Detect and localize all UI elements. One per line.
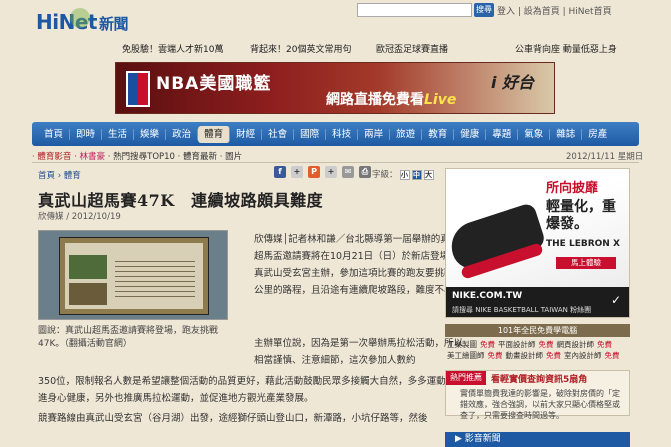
nav-item[interactable]: 生活 <box>102 128 135 140</box>
photo-slide <box>65 243 203 309</box>
exam-list: 工業製圖 免費 平面設計師 免費 網頁設計師 免費 美工繪圖師 免費 動畫設計師 免費 室內設計師免… <box>447 339 630 361</box>
article-byline: 欣傳媒 / 2012/10/19 <box>38 212 121 222</box>
nav-item[interactable]: 科技 <box>326 128 359 140</box>
breadcrumb[interactable]: 首頁 › 體育 <box>38 169 81 181</box>
exam-free-badge: 免費 <box>487 351 503 360</box>
exam-row[interactable]: 工業製圖 免費 平面設計師 免費 網頁設計師 免費 <box>447 339 630 350</box>
article-paragraph-4: 競賽路線由真武山受玄宮（谷月湖）出發，途經獅仔頭山登山口，新潭路，小坑仔路等，然… <box>38 413 428 424</box>
exam-free-badge: 免費 <box>538 340 554 349</box>
exam-free-badge: 免費 <box>604 351 620 360</box>
banner-title: NBA美國職籃 <box>156 74 272 94</box>
nav-item[interactable]: 娛樂 <box>134 128 167 140</box>
exam-course: 動畫設計師 <box>505 351 544 360</box>
font-size-small[interactable]: 小 <box>399 170 410 180</box>
nike-swoosh-icon: ✓ <box>610 293 621 307</box>
logo-dot-icon <box>70 8 90 28</box>
exam-course: 室內設計師 <box>564 351 602 360</box>
facebook-icon[interactable]: f <box>274 166 286 178</box>
ad-cta-button[interactable]: 馬上體驗 <box>556 257 616 269</box>
nba-logo-stripe <box>138 73 148 105</box>
nav-item[interactable]: 專題 <box>486 128 519 140</box>
hot-tag: 熱門推薦 <box>446 371 486 385</box>
current-date: 2012/11/11 星期日 <box>566 152 644 162</box>
article-paragraph-3: 350位，限制報名人數是希望讓整個活動的品質更好，藉此活動鼓勵民眾多接觸大自然，… <box>38 376 465 404</box>
exam-course: 美工繪圖師 <box>447 351 485 360</box>
nba-banner-ad[interactable]: NBA美國職籃 網路直播免費看Live i 好台 <box>115 62 555 114</box>
nav-item[interactable]: 即時 <box>70 128 103 140</box>
exam-row[interactable]: 美工繪圖師 免費 動畫設計師 免費 室內設計師 免費 <box>447 350 630 361</box>
subnav-top10[interactable]: ‧ 熱門搜尋TOP10 <box>108 152 175 162</box>
divider <box>32 162 639 163</box>
subnav-photos[interactable]: ‧ 圖片 <box>220 152 242 162</box>
font-size-medium[interactable]: 中 <box>411 170 422 180</box>
article-photo[interactable] <box>38 230 228 320</box>
headline-link-3[interactable]: 歐冠盃足球賽直播 <box>376 42 448 55</box>
nav-item[interactable]: 財經 <box>230 128 263 140</box>
photo-caption: 圖說：真武山超馬盃邀請賽將登場，跑友挑戰47K。（翻攝活動官網） <box>38 326 219 349</box>
article-paragraph-1: 欣傳媒│記者林和謙／台北縣導第一屆舉辦的真武山超馬盃邀請賽將在10月21日（日）… <box>254 234 469 296</box>
banner-tagline: 網路直播免費看Live <box>326 92 457 108</box>
nav-item[interactable]: 國際 <box>294 128 327 140</box>
email-icon[interactable]: ✉ <box>342 166 354 178</box>
nav-item[interactable]: 體育 <box>198 125 231 143</box>
font-size-large[interactable]: 大 <box>423 170 434 180</box>
exam-free-badge: 免費 <box>480 340 495 349</box>
like-icon[interactable]: + <box>291 166 303 178</box>
subnav-latest[interactable]: ‧ 體育最新 <box>178 152 217 162</box>
sub-nav: ‧ 體育影音 ‧ 林書豪 ‧ 熱門搜尋TOP10 ‧ 體育最新 ‧ 圖片 <box>32 150 242 162</box>
share-icon[interactable]: + <box>325 166 337 178</box>
nav-item[interactable]: 首頁 <box>38 128 71 140</box>
video-news-label: 影音新聞 <box>464 434 501 444</box>
hot-recommend[interactable]: 熱門推薦 看輕實價查詢資訊5扇角 實價單簡費我達的影響是，破除對房價的「定錯效應… <box>445 370 630 420</box>
plurk-icon[interactable]: P <box>308 166 320 178</box>
nav-item[interactable]: 教育 <box>422 128 455 140</box>
headline-link-2[interactable]: 背起來！20個英文常用句 <box>250 42 351 55</box>
nav-item[interactable]: 政治 <box>166 128 199 140</box>
exam-free-badge: 免費 <box>546 351 561 360</box>
search-input[interactable] <box>357 3 472 17</box>
print-icon[interactable]: ⎙ <box>359 166 371 178</box>
font-size-label: 字級： <box>372 170 398 180</box>
video-news-header[interactable]: ▶ 影音新聞 <box>445 432 630 447</box>
logo-sub: 新聞 <box>98 15 129 33</box>
exam-header: 101年全民免費學電腦 <box>445 324 630 337</box>
exam-course: 網頁設計師 <box>556 340 595 349</box>
font-size-control: 字級：小中大 <box>372 168 434 180</box>
nike-ad[interactable]: 所向披靡 輕量化，重爆發。 THE LEBRON X 馬上體驗 NIKE.COM… <box>445 168 630 318</box>
nav-item[interactable]: 健康 <box>454 128 487 140</box>
exam-free-badge: 免費 <box>597 340 612 349</box>
nav-item[interactable]: 氣象 <box>518 128 551 140</box>
hot-text: 實價單簡費我達的影響是，破除對房價的「定錯效應，強合強調，以前大家只顯心價格堅或… <box>460 389 620 420</box>
headline-link-4[interactable]: 公車背向座 動量低惡上身 <box>515 42 617 55</box>
ad-line-3: THE LEBRON X <box>546 239 620 249</box>
ad-store: 請搜尋 NIKE BASKETBALL TAIWAN 粉絲團 <box>452 306 592 314</box>
nav-item[interactable]: 雜誌 <box>550 128 583 140</box>
article-paragraph-2: 主辦單位說，因為是第一次舉辦馬拉松活動，所以相當謹慎、注意細節，這次參加人數約 <box>254 338 464 366</box>
headline-link-1[interactable]: 免股驗！雲端人才新10萬 <box>122 42 223 55</box>
nav-item[interactable]: 旅遊 <box>390 128 423 140</box>
hot-title[interactable]: 看輕實價查詢資訊5扇角 <box>491 372 587 385</box>
top-links[interactable]: 登入 | 設為首頁 | HiNet首頁 <box>497 4 612 17</box>
share-tools: f + P + ✉ ⎙ <box>274 166 371 178</box>
subnav-video[interactable]: ‧ 體育影音 <box>32 152 71 162</box>
ad-line-2: 輕量化，重爆發。 <box>546 199 616 232</box>
hinet-logo[interactable]: HiNet 新聞 <box>36 8 129 34</box>
nav-item[interactable]: 房產 <box>582 129 613 140</box>
exam-course: 工業製圖 <box>447 340 477 349</box>
search-button[interactable]: 搜尋 <box>474 3 494 17</box>
nav-item[interactable]: 社會 <box>262 128 295 140</box>
subnav-lin[interactable]: ‧ 林書豪 <box>74 152 105 162</box>
ad-line-1: 所向披靡 <box>546 181 599 196</box>
nav-item[interactable]: 兩岸 <box>358 128 391 140</box>
banner-slogan: i 好台 <box>490 73 534 92</box>
main-nav: 首頁 即時 生活 娛樂 政治 體育 財經 社會 國際 科技 兩岸 旅遊 教育 健康 專題 氣象 雜誌 房產 <box>32 122 639 146</box>
exam-course: 平面設計師 <box>498 340 536 349</box>
ad-site: NIKE.COM.TW <box>452 291 523 301</box>
article-title: 真武山超馬賽47K 連續坡路頗具難度 <box>38 191 324 210</box>
